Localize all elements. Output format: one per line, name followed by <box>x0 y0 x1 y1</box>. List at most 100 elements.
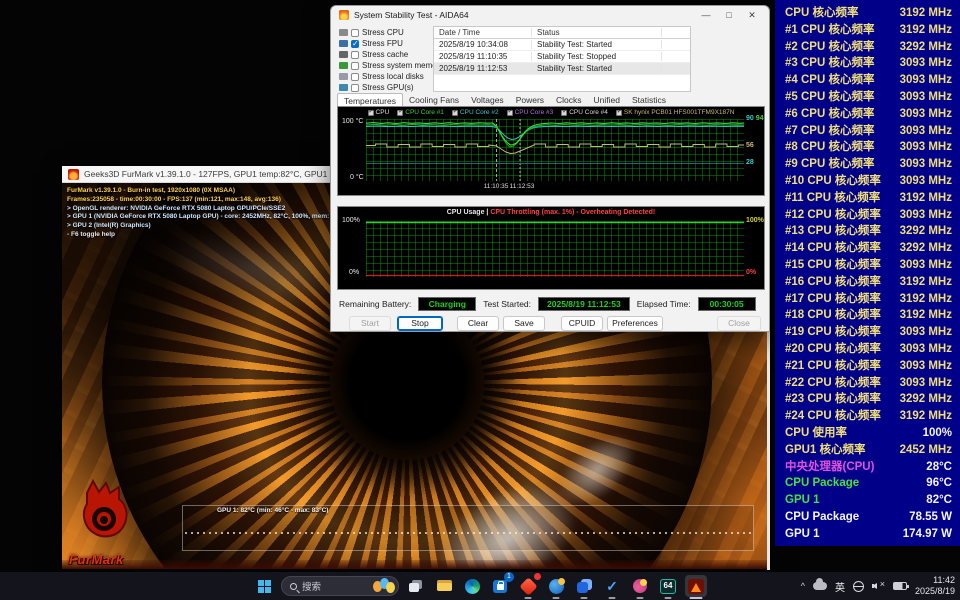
sensor-row: #23 CPU 核心频率 3292 MHz <box>785 391 952 407</box>
network-icon[interactable] <box>852 580 864 592</box>
stress-option-checkbox[interactable] <box>351 83 359 92</box>
sensor-row: GPU 1 82°C <box>785 492 952 508</box>
sensor-value: 28°C <box>926 460 952 473</box>
sensor-label: #3 CPU 核心频率 <box>785 57 875 70</box>
furmark-gpu-temp-plot-dots <box>185 532 751 534</box>
windows-logo-icon <box>257 579 271 593</box>
start-button[interactable]: Start <box>349 316 391 331</box>
sensor-value: 3093 MHz <box>899 124 952 137</box>
microsoft-store-button[interactable]: 1 <box>489 572 514 597</box>
sensor-row: #21 CPU 核心频率 3093 MHz <box>785 358 952 374</box>
legend-checkbox[interactable] <box>615 108 622 116</box>
aida64-taskbar-button[interactable]: 64 <box>657 575 679 599</box>
sensor-value: 3292 MHz <box>899 40 952 53</box>
sensor-row: #8 CPU 核心频率 3093 MHz <box>785 139 952 155</box>
cpuid-button[interactable]: CPUID <box>561 316 603 331</box>
log-table-row[interactable]: 2025/8/19 10:34:08 Stability Test: Start… <box>434 39 690 51</box>
stress-option-checkbox[interactable] <box>351 72 359 81</box>
edge-browser-button[interactable] <box>461 575 483 597</box>
legend-checkbox[interactable] <box>397 108 403 116</box>
stress-option-checkbox[interactable] <box>351 61 359 70</box>
log-table-row[interactable]: 2025/8/19 11:10:35 Stability Test: Stopp… <box>434 51 690 63</box>
legend-checkbox[interactable] <box>451 108 458 116</box>
sensor-label: #21 CPU 核心频率 <box>785 359 881 372</box>
sensor-value: 100% <box>922 426 952 439</box>
sensor-label: GPU 1 <box>785 527 820 540</box>
log-table-row[interactable]: 2025/8/19 11:12:53 Stability Test: Start… <box>434 63 690 75</box>
clear-button[interactable]: Clear <box>457 316 499 331</box>
stress-option-row: Stress cache <box>339 49 433 60</box>
sensor-label: CPU 核心频率 <box>785 7 859 19</box>
sensor-label: #11 CPU 核心频率 <box>785 191 881 204</box>
preferences-button[interactable]: Preferences <box>607 316 663 331</box>
sensor-value: 3093 MHz <box>899 141 952 154</box>
sensor-value: 3192 MHz <box>899 309 952 322</box>
sensor-value: 3093 MHz <box>899 258 952 271</box>
sensor-row: #18 CPU 核心频率 3192 MHz <box>785 307 952 323</box>
clock-date: 2025/8/19 <box>914 586 955 596</box>
maximize-button[interactable]: □ <box>720 6 738 24</box>
battery-icon[interactable] <box>892 582 909 590</box>
wps-office-button[interactable] <box>517 573 541 599</box>
sensor-label: 中央处理器(CPU) <box>785 460 875 473</box>
taskbar-search-box[interactable]: 搜索 <box>281 576 399 596</box>
microsoft-365-button[interactable] <box>573 575 595 599</box>
save-button[interactable]: Save <box>503 316 545 331</box>
photos-app-button[interactable] <box>629 575 651 599</box>
minimize-button[interactable]: — <box>697 6 715 24</box>
onedrive-icon[interactable] <box>812 578 827 590</box>
pc-manager-icon <box>548 577 565 594</box>
active-running-indicator <box>689 596 703 599</box>
sensor-row: #11 CPU 核心频率 3192 MHz <box>785 190 952 206</box>
stress-option-checkbox[interactable] <box>351 28 359 37</box>
legend-checkbox[interactable] <box>506 108 513 116</box>
volume-muted-icon[interactable] <box>871 579 885 591</box>
stress-option-checkbox[interactable] <box>351 39 359 48</box>
sensor-row: #7 CPU 核心频率 3093 MHz <box>785 123 952 139</box>
usage-axis-max-right: 100% <box>746 217 764 224</box>
sensor-label: #22 CPU 核心频率 <box>785 376 881 389</box>
running-indicator <box>636 596 644 599</box>
search-placeholder: 搜索 <box>302 582 322 593</box>
legend-label: CPU Core #1 <box>405 109 444 116</box>
sensor-value: 3093 MHz <box>899 208 952 221</box>
photos-app-icon <box>633 579 647 593</box>
sensor-row: #9 CPU 核心频率 3093 MHz <box>785 156 952 172</box>
stress-option-checkbox[interactable] <box>351 50 359 59</box>
log-cell-status: Stability Test: Started <box>532 64 662 73</box>
file-explorer-button[interactable] <box>433 575 455 597</box>
sensor-row: #14 CPU 核心频率 3292 MHz <box>785 240 952 256</box>
stop-button[interactable]: Stop <box>397 316 443 331</box>
sensor-value: 3292 MHz <box>899 393 952 406</box>
close-window-button[interactable]: ✕ <box>743 6 761 24</box>
to-do-button[interactable]: ✓ <box>601 575 623 599</box>
legend-checkbox[interactable] <box>561 108 567 116</box>
sensor-value: 3093 MHz <box>899 74 952 87</box>
sensor-value: 3192 MHz <box>899 191 952 204</box>
legend-checkbox[interactable] <box>367 108 374 116</box>
close-button[interactable]: Close <box>717 316 761 331</box>
furmark-taskbar-button[interactable] <box>685 575 707 599</box>
sensor-label: #14 CPU 核心频率 <box>785 242 881 255</box>
taskbar-clock[interactable]: 11:42 2025/8/19 <box>915 575 955 598</box>
remaining-battery-label: Remaining Battery: <box>339 299 412 309</box>
sensor-row: #2 CPU 核心频率 3292 MHz <box>785 39 952 55</box>
ime-language-indicator[interactable]: 英 <box>835 579 845 594</box>
sensor-label: CPU Package <box>785 477 860 490</box>
start-button-windows[interactable] <box>253 575 275 597</box>
legend-label: CPU Core #2 <box>459 109 499 116</box>
task-view-button[interactable] <box>405 575 427 597</box>
aida64-titlebar[interactable]: System Stability Test - AIDA64 — □ ✕ <box>331 6 769 24</box>
pc-manager-button[interactable] <box>545 575 567 599</box>
sensor-label: #23 CPU 核心频率 <box>785 393 881 406</box>
taskbar-center-icons: 搜索 1 ✓ 64 <box>253 572 707 600</box>
furmark-logo: FurMark <box>67 478 145 567</box>
folder-icon <box>436 580 452 592</box>
legend-label: SK hynix PCB01 HFS001TFM9X187N <box>623 109 735 116</box>
furmark-app-icon <box>68 168 79 180</box>
sensor-label: CPU 使用率 <box>785 426 847 439</box>
furmark-icon <box>688 578 704 594</box>
hidden-icons-chevron[interactable]: ^ <box>801 581 805 591</box>
temp-x-label-2: 11:12:53 <box>509 183 535 190</box>
legend-item: CPU Core #1 <box>397 108 444 116</box>
